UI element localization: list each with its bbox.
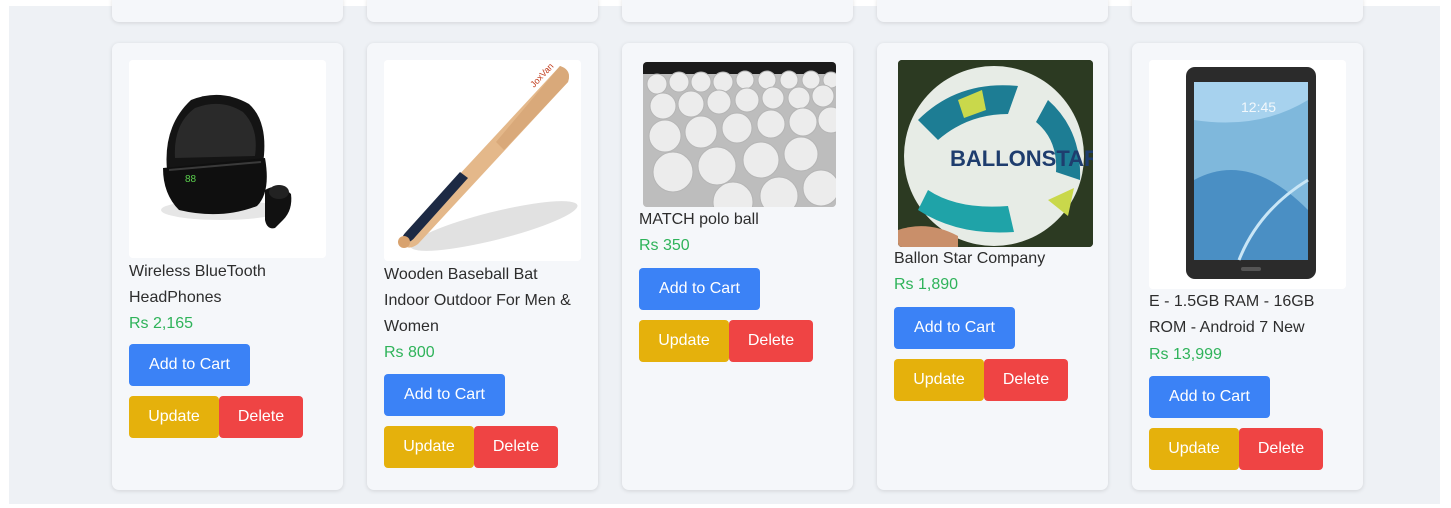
- delete-button[interactable]: Delete: [219, 396, 303, 438]
- ball-brand-text: BALLONSTAR: [950, 146, 1093, 171]
- product-card-partial: [1132, 0, 1363, 22]
- update-button[interactable]: Update: [639, 320, 729, 362]
- add-to-cart-button[interactable]: Add to Cart: [639, 268, 760, 310]
- polo-balls-icon: [643, 62, 836, 207]
- add-to-cart-button[interactable]: Add to Cart: [129, 344, 250, 386]
- add-to-cart-button[interactable]: Add to Cart: [1149, 376, 1270, 418]
- delete-button[interactable]: Delete: [474, 426, 558, 468]
- product-card-partial: [622, 0, 853, 22]
- product-card: 88 Wireless BlueTooth HeadPhones Rs 2,16…: [112, 43, 343, 490]
- update-button[interactable]: Update: [894, 359, 984, 401]
- delete-button[interactable]: Delete: [984, 359, 1068, 401]
- product-title: MATCH polo ball: [639, 211, 759, 228]
- product-title: Wireless BlueTooth HeadPhones: [129, 263, 266, 306]
- product-price: Rs 1,890: [894, 276, 959, 293]
- product-card: JoxVan Wooden Baseball Bat Indoor Outdoo…: [367, 43, 598, 490]
- delete-button[interactable]: Delete: [1239, 428, 1323, 470]
- baseball-bat-icon: JoxVan: [384, 60, 581, 261]
- tablet-clock-text: 12:45: [1241, 99, 1276, 115]
- product-grid: 88 Wireless BlueTooth HeadPhones Rs 2,16…: [9, 0, 1440, 504]
- svg-text:88: 88: [185, 174, 197, 185]
- update-button[interactable]: Update: [1149, 428, 1239, 470]
- product-title: E - 1.5GB RAM - 16GB ROM - Android 7 New: [1149, 293, 1315, 336]
- add-to-cart-button[interactable]: Add to Cart: [384, 374, 505, 416]
- product-price: Rs 800: [384, 344, 435, 361]
- delete-button[interactable]: Delete: [729, 320, 813, 362]
- update-button[interactable]: Update: [384, 426, 474, 468]
- product-price: Rs 350: [639, 237, 690, 254]
- tablet-icon: 12:45: [1149, 60, 1346, 289]
- product-card-partial: [367, 0, 598, 22]
- product-price: Rs 13,999: [1149, 346, 1222, 363]
- earbuds-icon: 88: [129, 60, 326, 258]
- product-card: BALLONSTAR Ballon Star Company Rs 1,890 …: [877, 43, 1108, 490]
- product-price: Rs 2,165: [129, 315, 194, 332]
- product-title: Wooden Baseball Bat Indoor Outdoor For M…: [384, 266, 571, 335]
- add-to-cart-button[interactable]: Add to Cart: [894, 307, 1015, 349]
- product-card-partial: [112, 0, 343, 22]
- product-title: Ballon Star Company: [894, 250, 1046, 267]
- product-card: MATCH polo ball Rs 350 Add to Cart Updat…: [622, 43, 853, 490]
- football-icon: BALLONSTAR: [898, 60, 1093, 247]
- product-card: 12:45 E - 1.5GB RAM - 16GB ROM - Android…: [1132, 43, 1363, 490]
- update-button[interactable]: Update: [129, 396, 219, 438]
- product-card-partial: [877, 0, 1108, 22]
